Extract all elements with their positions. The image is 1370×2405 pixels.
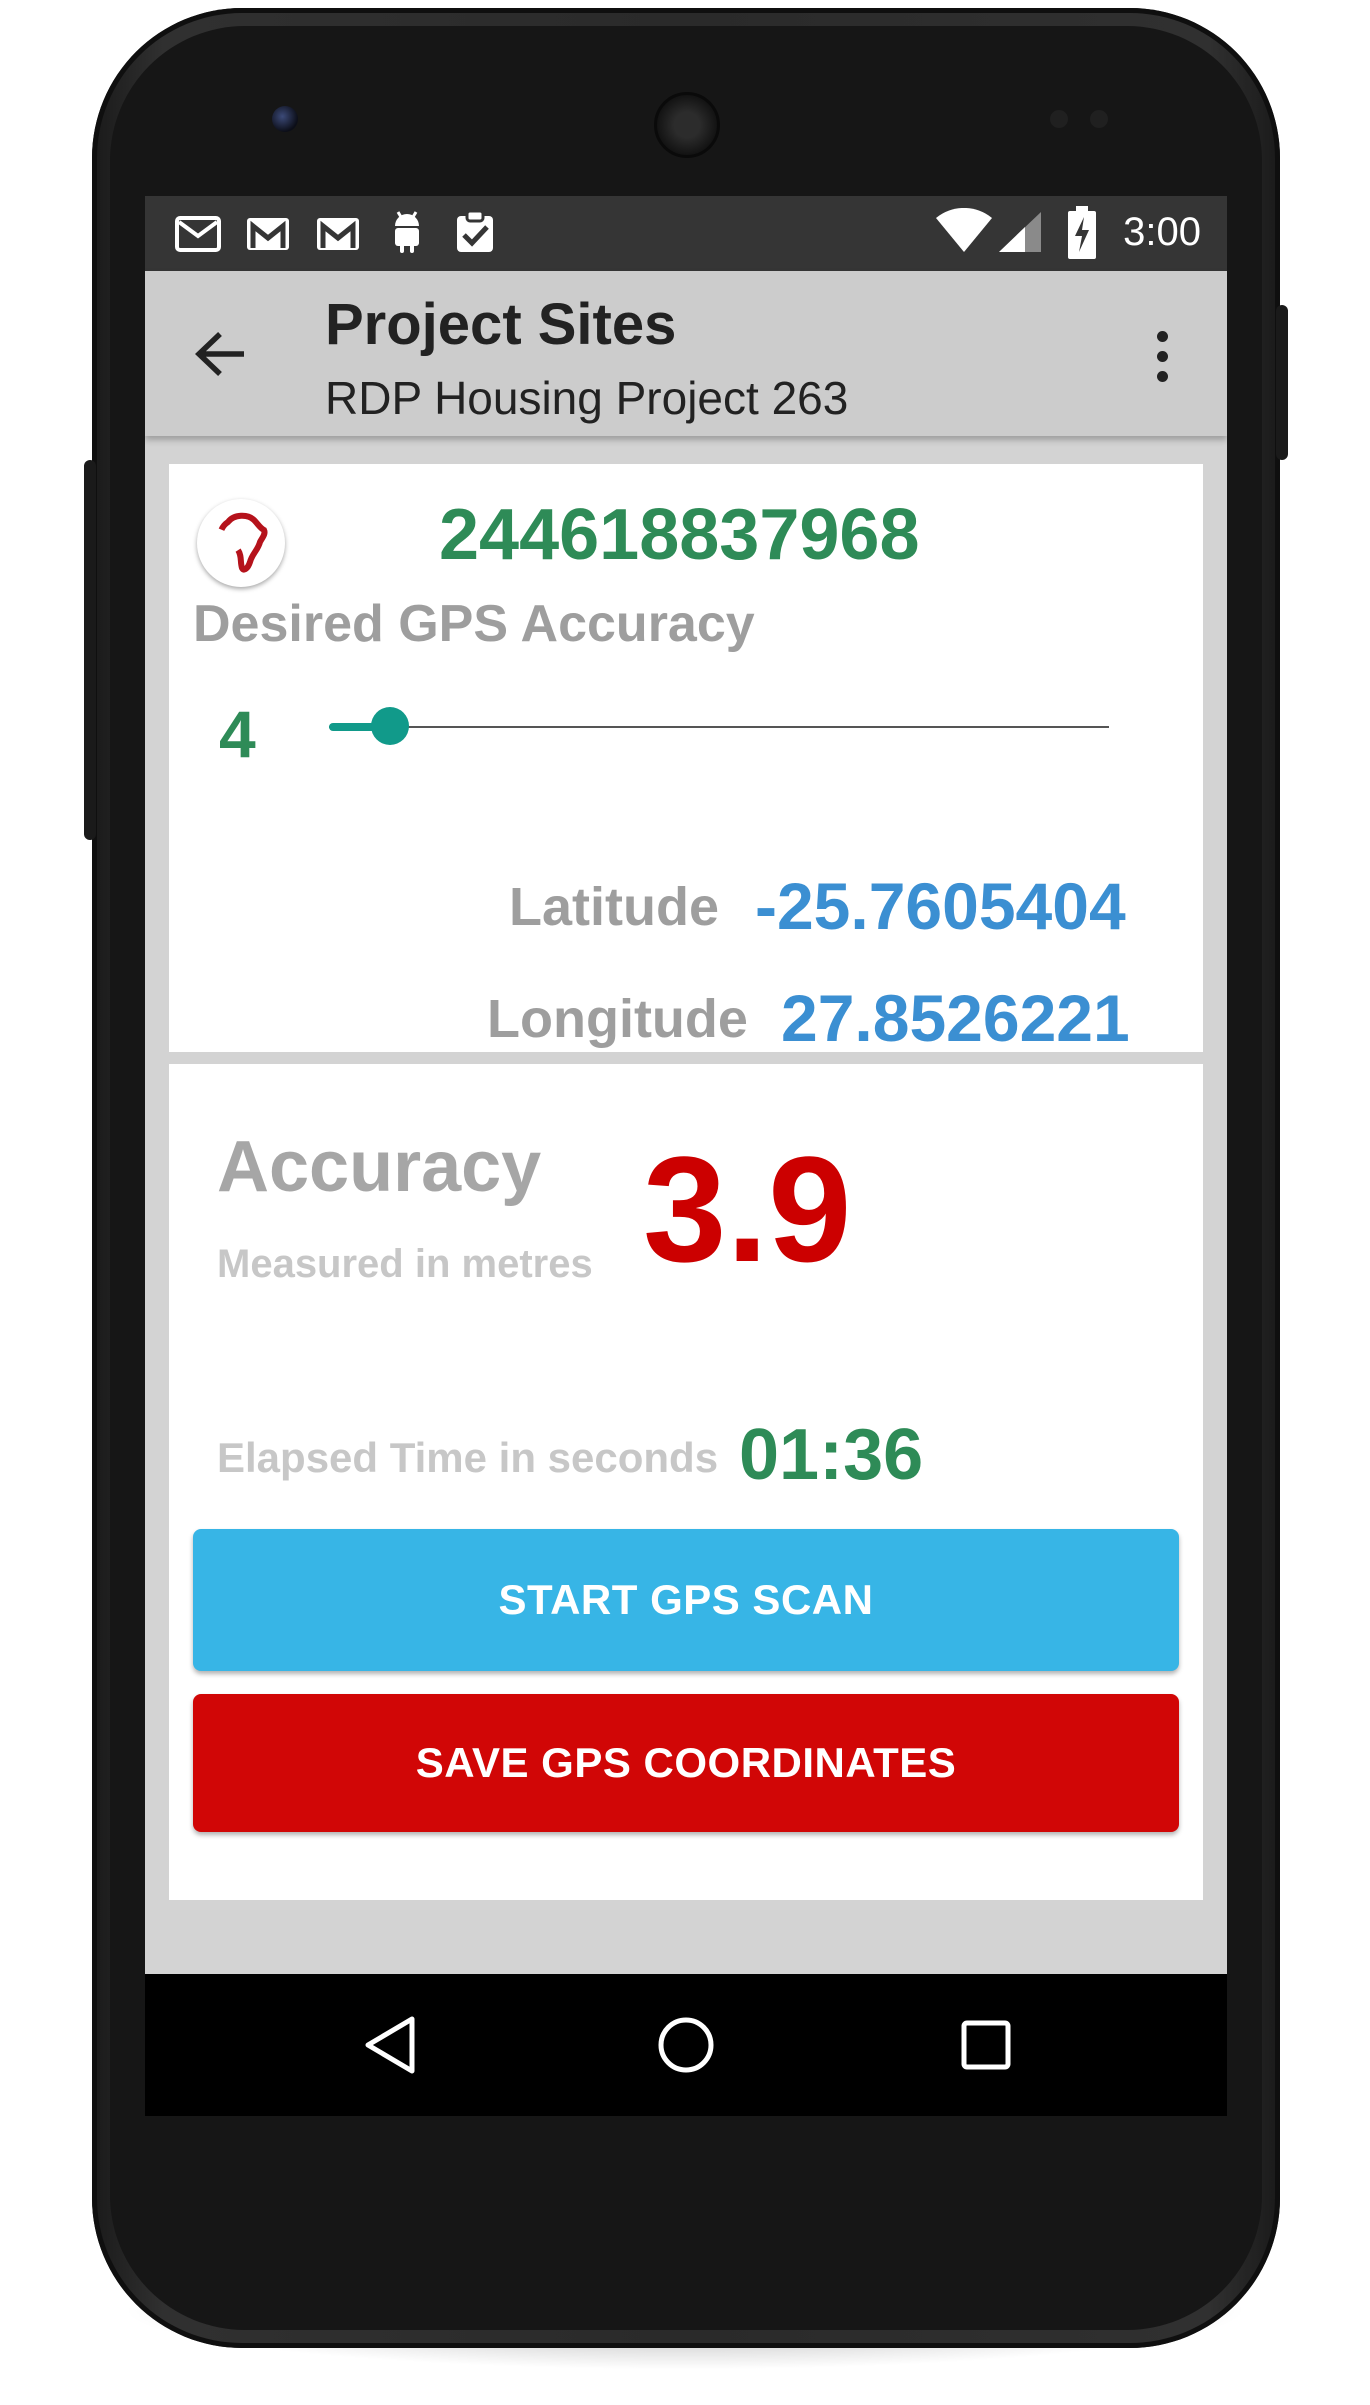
gmail-icon xyxy=(315,214,361,257)
longitude-label: Longitude xyxy=(487,989,748,1049)
page-title: Project Sites xyxy=(325,292,677,357)
light-sensor xyxy=(1090,110,1108,128)
elapsed-time-label: Elapsed Time in seconds xyxy=(217,1434,719,1481)
device-volume-button xyxy=(84,460,96,840)
more-vert-icon xyxy=(1156,330,1168,342)
clipboard-check-icon xyxy=(453,208,497,259)
desired-accuracy-label: Desired GPS Accuracy xyxy=(193,595,755,653)
scan-card: Accuracy Measured in metres 3.9 Elapsed … xyxy=(169,1064,1203,1900)
triangle-back-icon xyxy=(365,2016,415,2074)
back-button[interactable] xyxy=(185,319,255,389)
status-time: 3:00 xyxy=(1123,210,1201,254)
desired-accuracy-value: 4 xyxy=(219,697,256,771)
arrow-back-icon xyxy=(195,332,244,376)
accuracy-subtitle: Measured in metres xyxy=(217,1242,593,1286)
gmail-icon xyxy=(245,214,291,257)
africa-logo-icon xyxy=(197,499,285,587)
cell-signal-icon xyxy=(997,210,1043,259)
square-recents-icon xyxy=(961,2020,1011,2070)
elapsed-time-value: 01:36 xyxy=(739,1415,924,1495)
start-gps-scan-button[interactable]: START GPS SCAN xyxy=(193,1529,1179,1671)
circle-home-icon xyxy=(658,2017,714,2073)
status-bar: 3:00 xyxy=(145,196,1227,271)
front-camera xyxy=(272,106,298,132)
android-debug-icon xyxy=(389,210,425,259)
accuracy-value: 3.9 xyxy=(643,1125,852,1293)
accuracy-title: Accuracy xyxy=(217,1127,542,1207)
latitude-value: -25.7605404 xyxy=(755,869,1126,943)
app-bar: Project Sites RDP Housing Project 263 xyxy=(145,271,1227,436)
more-vert-icon-dot xyxy=(1156,350,1168,362)
nav-back-button[interactable] xyxy=(355,2010,425,2080)
gmail-outline-icon xyxy=(175,214,221,257)
latitude-label: Latitude xyxy=(509,877,719,937)
accuracy-slider-track[interactable] xyxy=(329,726,1109,728)
overflow-menu-button[interactable] xyxy=(1137,321,1187,391)
nav-home-button[interactable] xyxy=(651,2010,721,2080)
longitude-value: 27.8526221 xyxy=(781,981,1130,1055)
nav-recents-button[interactable] xyxy=(951,2010,1021,2080)
more-vert-icon-dot xyxy=(1156,370,1168,382)
proximity-sensor xyxy=(1050,110,1068,128)
device-power-button xyxy=(1276,305,1288,460)
battery-charging-icon xyxy=(1067,206,1097,265)
save-gps-coordinates-button[interactable]: SAVE GPS COORDINATES xyxy=(193,1694,1179,1832)
navigation-bar xyxy=(145,1974,1227,2116)
page-subtitle: RDP Housing Project 263 xyxy=(325,372,849,424)
wifi-icon xyxy=(935,207,993,259)
screen: 3:00 Project Sites RDP Housing Project 2… xyxy=(145,196,1227,2116)
earpiece-speaker xyxy=(654,92,720,158)
site-card: 244618837968 Desired GPS Accuracy 4 Lati… xyxy=(169,464,1203,1055)
accuracy-slider-thumb[interactable] xyxy=(371,707,409,745)
site-id: 244618837968 xyxy=(439,495,920,575)
